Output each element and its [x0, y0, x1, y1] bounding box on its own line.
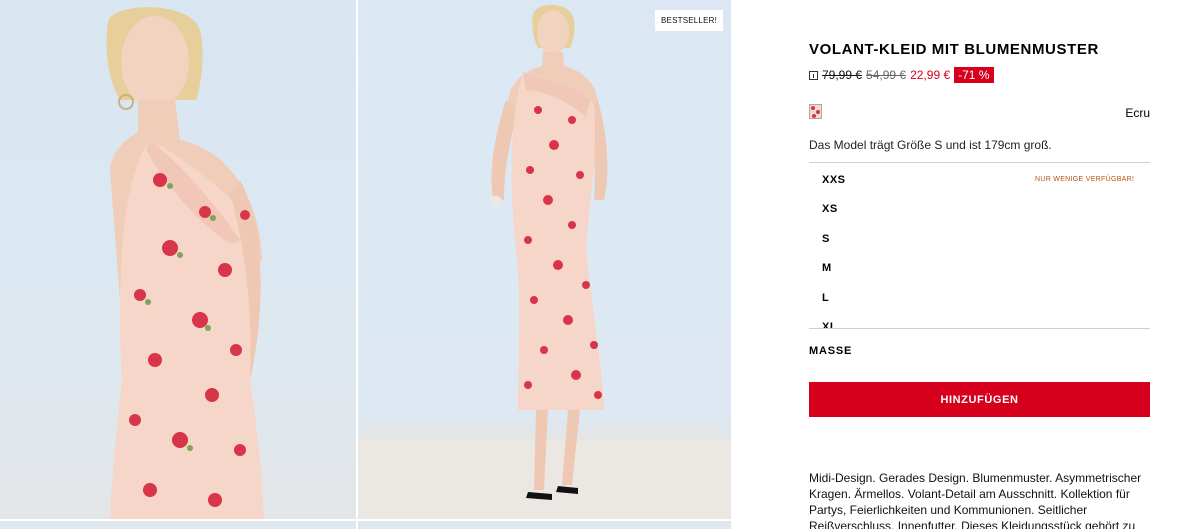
product-description: Midi-Design. Gerades Design. Blumenmuste…: [809, 471, 1142, 529]
measurements-link[interactable]: MASSE: [809, 345, 852, 357]
low-stock-note: NUR WENIGE VERFÜGBAR!: [1035, 176, 1135, 183]
size-option-xxs[interactable]: XXS: [822, 174, 846, 186]
next-photo-preview[interactable]: [0, 521, 356, 529]
original-price: 79,99 €: [822, 68, 863, 82]
info-icon[interactable]: [809, 70, 818, 80]
model-full-length-image: [358, 4, 731, 519]
size-option-xl[interactable]: XL: [822, 321, 837, 328]
size-selector: XXS NUR WENIGE VERFÜGBAR! XS S M L XL: [809, 162, 1150, 329]
price-row: 79,99 € 54,99 € 22,99 € -71 %: [809, 67, 994, 83]
model-closeup-image: [106, 7, 264, 519]
size-option-l[interactable]: L: [822, 292, 829, 304]
bestseller-badge: BESTSELLER!: [655, 10, 724, 31]
product-photo-full-length[interactable]: [358, 0, 731, 519]
add-to-cart-button[interactable]: HINZUFÜGEN: [809, 382, 1150, 417]
model-size-info: Das Model trägt Größe S und ist 179cm gr…: [809, 138, 1052, 152]
color-swatch-floral[interactable]: [809, 104, 822, 119]
current-price: 22,99 €: [910, 68, 951, 82]
product-title: VOLANT-KLEID MIT BLUMENMUSTER: [809, 41, 1099, 58]
product-photo-front-closeup[interactable]: [0, 0, 356, 519]
size-option-s[interactable]: S: [822, 233, 830, 245]
product-details-panel: VOLANT-KLEID MIT BLUMENMUSTER 79,99 € 54…: [809, 0, 1150, 529]
next-photo-preview[interactable]: [358, 521, 731, 529]
discount-badge: -71 %: [954, 67, 994, 83]
product-gallery: BESTSELLER!: [0, 0, 731, 529]
previous-price: 54,99 €: [866, 68, 907, 82]
size-option-m[interactable]: M: [822, 262, 832, 274]
size-option-xs[interactable]: XS: [822, 203, 838, 215]
selected-color-name: Ecru: [1125, 106, 1150, 120]
